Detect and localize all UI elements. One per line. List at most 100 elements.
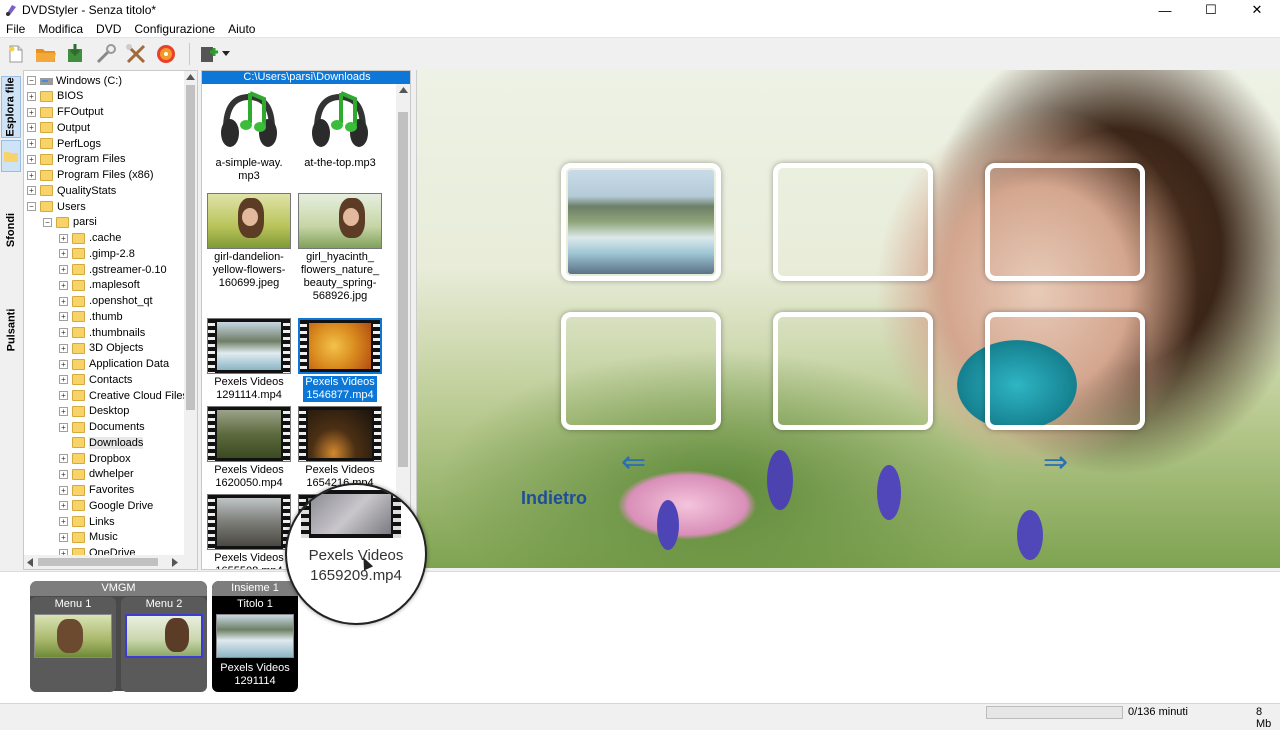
tree-item[interactable]: + Documents: [59, 420, 145, 435]
tree-item[interactable]: + dwhelper: [59, 467, 134, 482]
expand-icon[interactable]: +: [59, 233, 68, 243]
expand-icon[interactable]: +: [27, 154, 36, 164]
tree-item[interactable]: + Program Files: [27, 152, 125, 167]
dropdown-icon[interactable]: [220, 41, 232, 67]
expand-icon[interactable]: +: [27, 170, 36, 180]
menu-button-frame-2[interactable]: [773, 163, 933, 281]
burn-icon[interactable]: [153, 41, 179, 67]
close-button[interactable]: ✕: [1234, 0, 1280, 20]
tree-item[interactable]: + BIOS: [27, 89, 83, 104]
expand-icon[interactable]: −: [43, 217, 52, 227]
tree-item[interactable]: + Favorites: [59, 483, 134, 498]
file-item[interactable]: Pexels Videos 1546877.mp4: [297, 318, 383, 402]
back-button[interactable]: Indietro: [521, 488, 587, 509]
tree-item[interactable]: + QualityStats: [27, 183, 116, 198]
menu-2-card[interactable]: Menu 2: [121, 597, 207, 692]
folder-tab-icon[interactable]: [1, 140, 21, 172]
expand-icon[interactable]: +: [59, 406, 68, 416]
tree-scroll-thumb[interactable]: [186, 85, 195, 410]
expand-icon[interactable]: +: [59, 265, 68, 274]
expand-icon[interactable]: +: [59, 296, 68, 306]
scroll-right-icon[interactable]: [172, 558, 178, 567]
menu-button-frame-5[interactable]: [773, 312, 933, 430]
expand-icon[interactable]: +: [59, 328, 68, 337]
expand-icon[interactable]: +: [59, 249, 68, 259]
expand-icon[interactable]: +: [59, 532, 68, 542]
expand-icon[interactable]: +: [27, 91, 36, 101]
add-icon[interactable]: [196, 41, 222, 67]
tools-icon[interactable]: [123, 41, 149, 67]
scroll-left-icon[interactable]: [27, 558, 33, 567]
menu-button-frame-1[interactable]: [561, 163, 721, 281]
tree-item[interactable]: + .gimp-2.8: [59, 246, 135, 261]
tree-item[interactable]: + Google Drive: [59, 498, 153, 513]
file-item[interactable]: Pexels Videos 1620050.mp4: [206, 406, 292, 490]
expand-icon[interactable]: +: [27, 123, 36, 133]
tree-item[interactable]: + Dropbox: [59, 451, 131, 466]
expand-icon[interactable]: +: [59, 280, 68, 290]
menu-button-frame-3[interactable]: [985, 163, 1145, 281]
expand-icon[interactable]: −: [27, 202, 36, 211]
tree-horizontal-scrollbar[interactable]: [24, 555, 197, 569]
expand-icon[interactable]: +: [27, 186, 36, 196]
save-icon[interactable]: [63, 41, 89, 67]
expand-icon[interactable]: +: [59, 485, 68, 495]
menu-configurazione[interactable]: Configurazione: [128, 20, 222, 38]
tree-item[interactable]: + PerfLogs: [27, 136, 101, 151]
collapse-icon[interactable]: −: [27, 76, 36, 85]
tree-item[interactable]: + .gstreamer-0.10: [59, 262, 167, 277]
tree-item[interactable]: + .openshot_qt: [59, 294, 153, 309]
tree-item[interactable]: + .thumbnails: [59, 325, 145, 340]
tree-item[interactable]: + Music: [59, 530, 118, 545]
tree-item[interactable]: − Users: [27, 199, 86, 214]
file-item[interactable]: Pexels Videos 1291114.mp4: [206, 318, 292, 402]
open-icon[interactable]: [33, 41, 59, 67]
expand-icon[interactable]: +: [59, 343, 68, 353]
tree-item[interactable]: + Program Files (x86): [27, 168, 154, 183]
settings-icon[interactable]: [93, 41, 119, 67]
expand-icon[interactable]: +: [59, 422, 68, 432]
tree-item[interactable]: − parsi: [43, 215, 97, 230]
file-item[interactable]: a-simple-way. mp3: [206, 89, 292, 183]
expand-icon[interactable]: +: [27, 107, 36, 117]
titolo-1-card[interactable]: Titolo 1 Pexels Videos 1291114: [212, 597, 298, 692]
expand-icon[interactable]: +: [59, 517, 68, 526]
minimize-button[interactable]: —: [1142, 0, 1188, 20]
menu-preview[interactable]: ⇐ ⇒ Indietro: [416, 70, 1280, 568]
tab-esplora-file[interactable]: Esplora file: [1, 76, 21, 138]
expand-icon[interactable]: +: [59, 391, 68, 400]
maximize-button[interactable]: ☐: [1188, 0, 1234, 20]
tree-item[interactable]: Downloads: [59, 435, 144, 450]
tree-item[interactable]: + Links: [59, 514, 115, 529]
next-arrow-button[interactable]: ⇒: [1043, 448, 1068, 478]
menu-modifica[interactable]: Modifica: [32, 20, 90, 38]
tree-item[interactable]: + Output: [27, 120, 90, 135]
scroll-up-icon[interactable]: [186, 74, 195, 80]
menu-button-frame-4[interactable]: [561, 312, 721, 430]
menu-dvd[interactable]: DVD: [90, 20, 128, 38]
new-icon[interactable]: [3, 41, 29, 67]
folder-tree[interactable]: − Windows (C:) + BIOS + FFOutput + Output + PerfL…: [23, 70, 198, 570]
menu-file[interactable]: File: [0, 20, 32, 38]
expand-icon[interactable]: +: [59, 469, 68, 479]
tree-item[interactable]: + .cache: [59, 231, 121, 246]
tree-item[interactable]: + Application Data: [59, 357, 169, 372]
file-item[interactable]: Pexels Videos 1655508.mp4: [206, 494, 292, 569]
file-item[interactable]: girl-dandelion- yellow-flowers- 160699.j…: [206, 193, 292, 290]
expand-icon[interactable]: +: [59, 359, 68, 369]
file-item[interactable]: at-the-top.mp3: [297, 89, 383, 170]
tree-root[interactable]: − Windows (C:): [27, 73, 122, 88]
file-item[interactable]: Pexels Videos 1654216.mp4: [297, 406, 383, 490]
tab-sfondi[interactable]: Sfondi: [1, 200, 21, 260]
expand-icon[interactable]: +: [27, 139, 36, 148]
tab-pulsanti[interactable]: Pulsanti: [1, 300, 21, 360]
tree-vertical-scrollbar[interactable]: [184, 71, 197, 555]
previous-arrow-button[interactable]: ⇐: [621, 448, 646, 478]
tree-item[interactable]: + .maplesoft: [59, 278, 140, 293]
expand-icon[interactable]: +: [59, 454, 68, 463]
menu-aiuto[interactable]: Aiuto: [222, 20, 262, 38]
tree-item[interactable]: + .thumb: [59, 309, 123, 324]
expand-icon[interactable]: +: [59, 312, 68, 322]
scroll-up-icon[interactable]: [399, 87, 408, 93]
tree-item[interactable]: + Creative Cloud Files: [59, 388, 188, 403]
